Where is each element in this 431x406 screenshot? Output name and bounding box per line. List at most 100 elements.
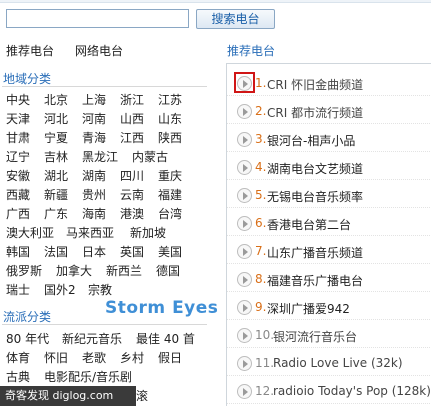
region-link[interactable]: 新加坡 [130, 224, 166, 241]
station-row[interactable]: 2. CRI 都市流行频道 [227, 98, 431, 124]
station-name[interactable]: 银河流行音乐台 [273, 328, 357, 345]
station-name[interactable]: 深圳广播爱942 [267, 300, 350, 317]
station-row[interactable]: 4. 湖南电台文艺频道 [227, 154, 431, 180]
tab-web-radio[interactable]: 网络电台 [75, 42, 123, 59]
region-link[interactable]: 广东 [44, 205, 68, 222]
genre-link[interactable]: 老歌 [82, 349, 106, 366]
region-link[interactable]: 甘肃 [6, 129, 30, 146]
genre-link[interactable]: 怀旧 [44, 349, 68, 366]
region-link[interactable]: 浙江 [120, 91, 144, 108]
region-link[interactable]: 美国 [158, 243, 182, 260]
region-link[interactable]: 云南 [120, 186, 144, 203]
station-name[interactable]: 银河台-相声小品 [267, 132, 355, 149]
region-link[interactable]: 湖南 [82, 167, 106, 184]
play-icon[interactable] [237, 244, 252, 259]
region-link[interactable]: 江苏 [158, 91, 182, 108]
region-link[interactable]: 河北 [44, 110, 68, 127]
region-link[interactable]: 天津 [6, 110, 30, 127]
region-link[interactable]: 澳大利亚 [6, 224, 54, 241]
region-link[interactable]: 广西 [6, 205, 30, 222]
region-link[interactable]: 山东 [158, 110, 182, 127]
region-link[interactable]: 湖北 [44, 167, 68, 184]
region-link[interactable]: 西藏 [6, 186, 30, 203]
tab-recommended[interactable]: 推荐电台 [6, 42, 54, 59]
region-link[interactable]: 国外2 [44, 281, 76, 298]
station-name[interactable]: 山东广播音乐频道 [267, 244, 363, 261]
search-button[interactable]: 搜索电台 [196, 9, 275, 29]
region-link[interactable]: 中央 [6, 91, 30, 108]
region-link[interactable]: 四川 [120, 167, 144, 184]
region-link[interactable]: 重庆 [158, 167, 182, 184]
station-name[interactable]: CRI 都市流行频道 [267, 104, 363, 121]
region-link[interactable]: 辽宁 [6, 148, 30, 165]
genre-link[interactable]: 体育 [6, 349, 30, 366]
station-row[interactable]: 12. radioio Today's Pop (128k) [227, 378, 431, 404]
region-link[interactable]: 青海 [82, 129, 106, 146]
genre-link[interactable]: 假日 [158, 349, 182, 366]
play-icon[interactable] [237, 132, 252, 147]
station-name[interactable]: Radio Love Live (32k) [273, 356, 403, 370]
station-row[interactable]: 10. 银河流行音乐台 [227, 322, 431, 348]
recommended-section-title: 推荐电台 [227, 44, 276, 58]
region-link[interactable]: 贵州 [82, 186, 106, 203]
region-link[interactable]: 马来西亚 [66, 224, 114, 241]
station-row[interactable]: 6. 香港电台第二台 [227, 210, 431, 236]
station-name[interactable]: 无锡电台音乐频率 [267, 188, 363, 205]
region-link[interactable]: 德国 [156, 262, 180, 279]
region-link[interactable]: 江西 [120, 129, 144, 146]
station-name[interactable]: 香港电台第二台 [267, 216, 351, 233]
station-row[interactable]: 1. CRI 怀旧金曲频道 [227, 70, 431, 96]
region-link[interactable]: 韩国 [6, 243, 30, 260]
region-link[interactable]: 山西 [120, 110, 144, 127]
play-icon[interactable] [237, 356, 252, 371]
region-link[interactable]: 内蒙古 [132, 148, 168, 165]
region-link[interactable]: 河南 [82, 110, 106, 127]
station-row[interactable]: 11. Radio Love Live (32k) [227, 350, 431, 376]
station-row[interactable]: 5. 无锡电台音乐频率 [227, 182, 431, 208]
genre-link[interactable]: 电影配乐/音乐剧 [44, 368, 132, 385]
genre-link[interactable]: 最佳 40 首 [136, 330, 195, 347]
region-link[interactable]: 黑龙江 [82, 148, 118, 165]
genre-link[interactable]: 古典 [6, 368, 30, 385]
region-link[interactable]: 海南 [82, 205, 106, 222]
region-link[interactable]: 安徽 [6, 167, 30, 184]
play-icon[interactable] [237, 384, 252, 399]
region-link[interactable]: 加拿大 [56, 262, 92, 279]
region-link[interactable]: 台湾 [158, 205, 182, 222]
play-icon[interactable] [237, 328, 252, 343]
genre-link-partial[interactable]: 滚 [136, 386, 148, 406]
play-icon[interactable] [237, 216, 252, 231]
region-link[interactable]: 港澳 [120, 205, 144, 222]
station-name[interactable]: radioio Today's Pop (128k) [273, 384, 431, 398]
region-link[interactable]: 吉林 [44, 148, 68, 165]
play-icon[interactable] [237, 104, 252, 119]
region-link[interactable]: 宁夏 [44, 129, 68, 146]
region-link[interactable]: 北京 [44, 91, 68, 108]
region-link[interactable]: 日本 [82, 243, 106, 260]
region-link[interactable]: 英国 [120, 243, 144, 260]
station-name[interactable]: 福建音乐广播电台 [267, 272, 363, 289]
play-icon[interactable] [237, 160, 252, 175]
region-link[interactable]: 瑞士 [6, 281, 30, 298]
station-name[interactable]: CRI 怀旧金曲频道 [267, 76, 363, 93]
region-link[interactable]: 俄罗斯 [6, 262, 42, 279]
region-link[interactable]: 宗教 [88, 281, 112, 298]
region-link[interactable]: 福建 [158, 186, 182, 203]
region-link[interactable]: 上海 [82, 91, 106, 108]
station-name[interactable]: 湖南电台文艺频道 [267, 160, 363, 177]
region-link[interactable]: 新疆 [44, 186, 68, 203]
station-row[interactable]: 7. 山东广播音乐频道 [227, 238, 431, 264]
genre-link[interactable]: 80 年代 [6, 330, 49, 347]
play-icon[interactable] [237, 272, 252, 287]
region-link[interactable]: 法国 [44, 243, 68, 260]
play-icon[interactable] [237, 188, 252, 203]
station-row[interactable]: 3. 银河台-相声小品 [227, 126, 431, 152]
station-row[interactable]: 8. 福建音乐广播电台 [227, 266, 431, 292]
play-icon[interactable] [237, 300, 252, 315]
region-link[interactable]: 陕西 [158, 129, 182, 146]
region-link[interactable]: 新西兰 [106, 262, 142, 279]
search-input[interactable] [6, 9, 189, 28]
genre-link[interactable]: 新纪元音乐 [62, 330, 122, 347]
genre-link[interactable]: 乡村 [120, 349, 144, 366]
station-row[interactable]: 9. 深圳广播爱942 [227, 294, 431, 320]
